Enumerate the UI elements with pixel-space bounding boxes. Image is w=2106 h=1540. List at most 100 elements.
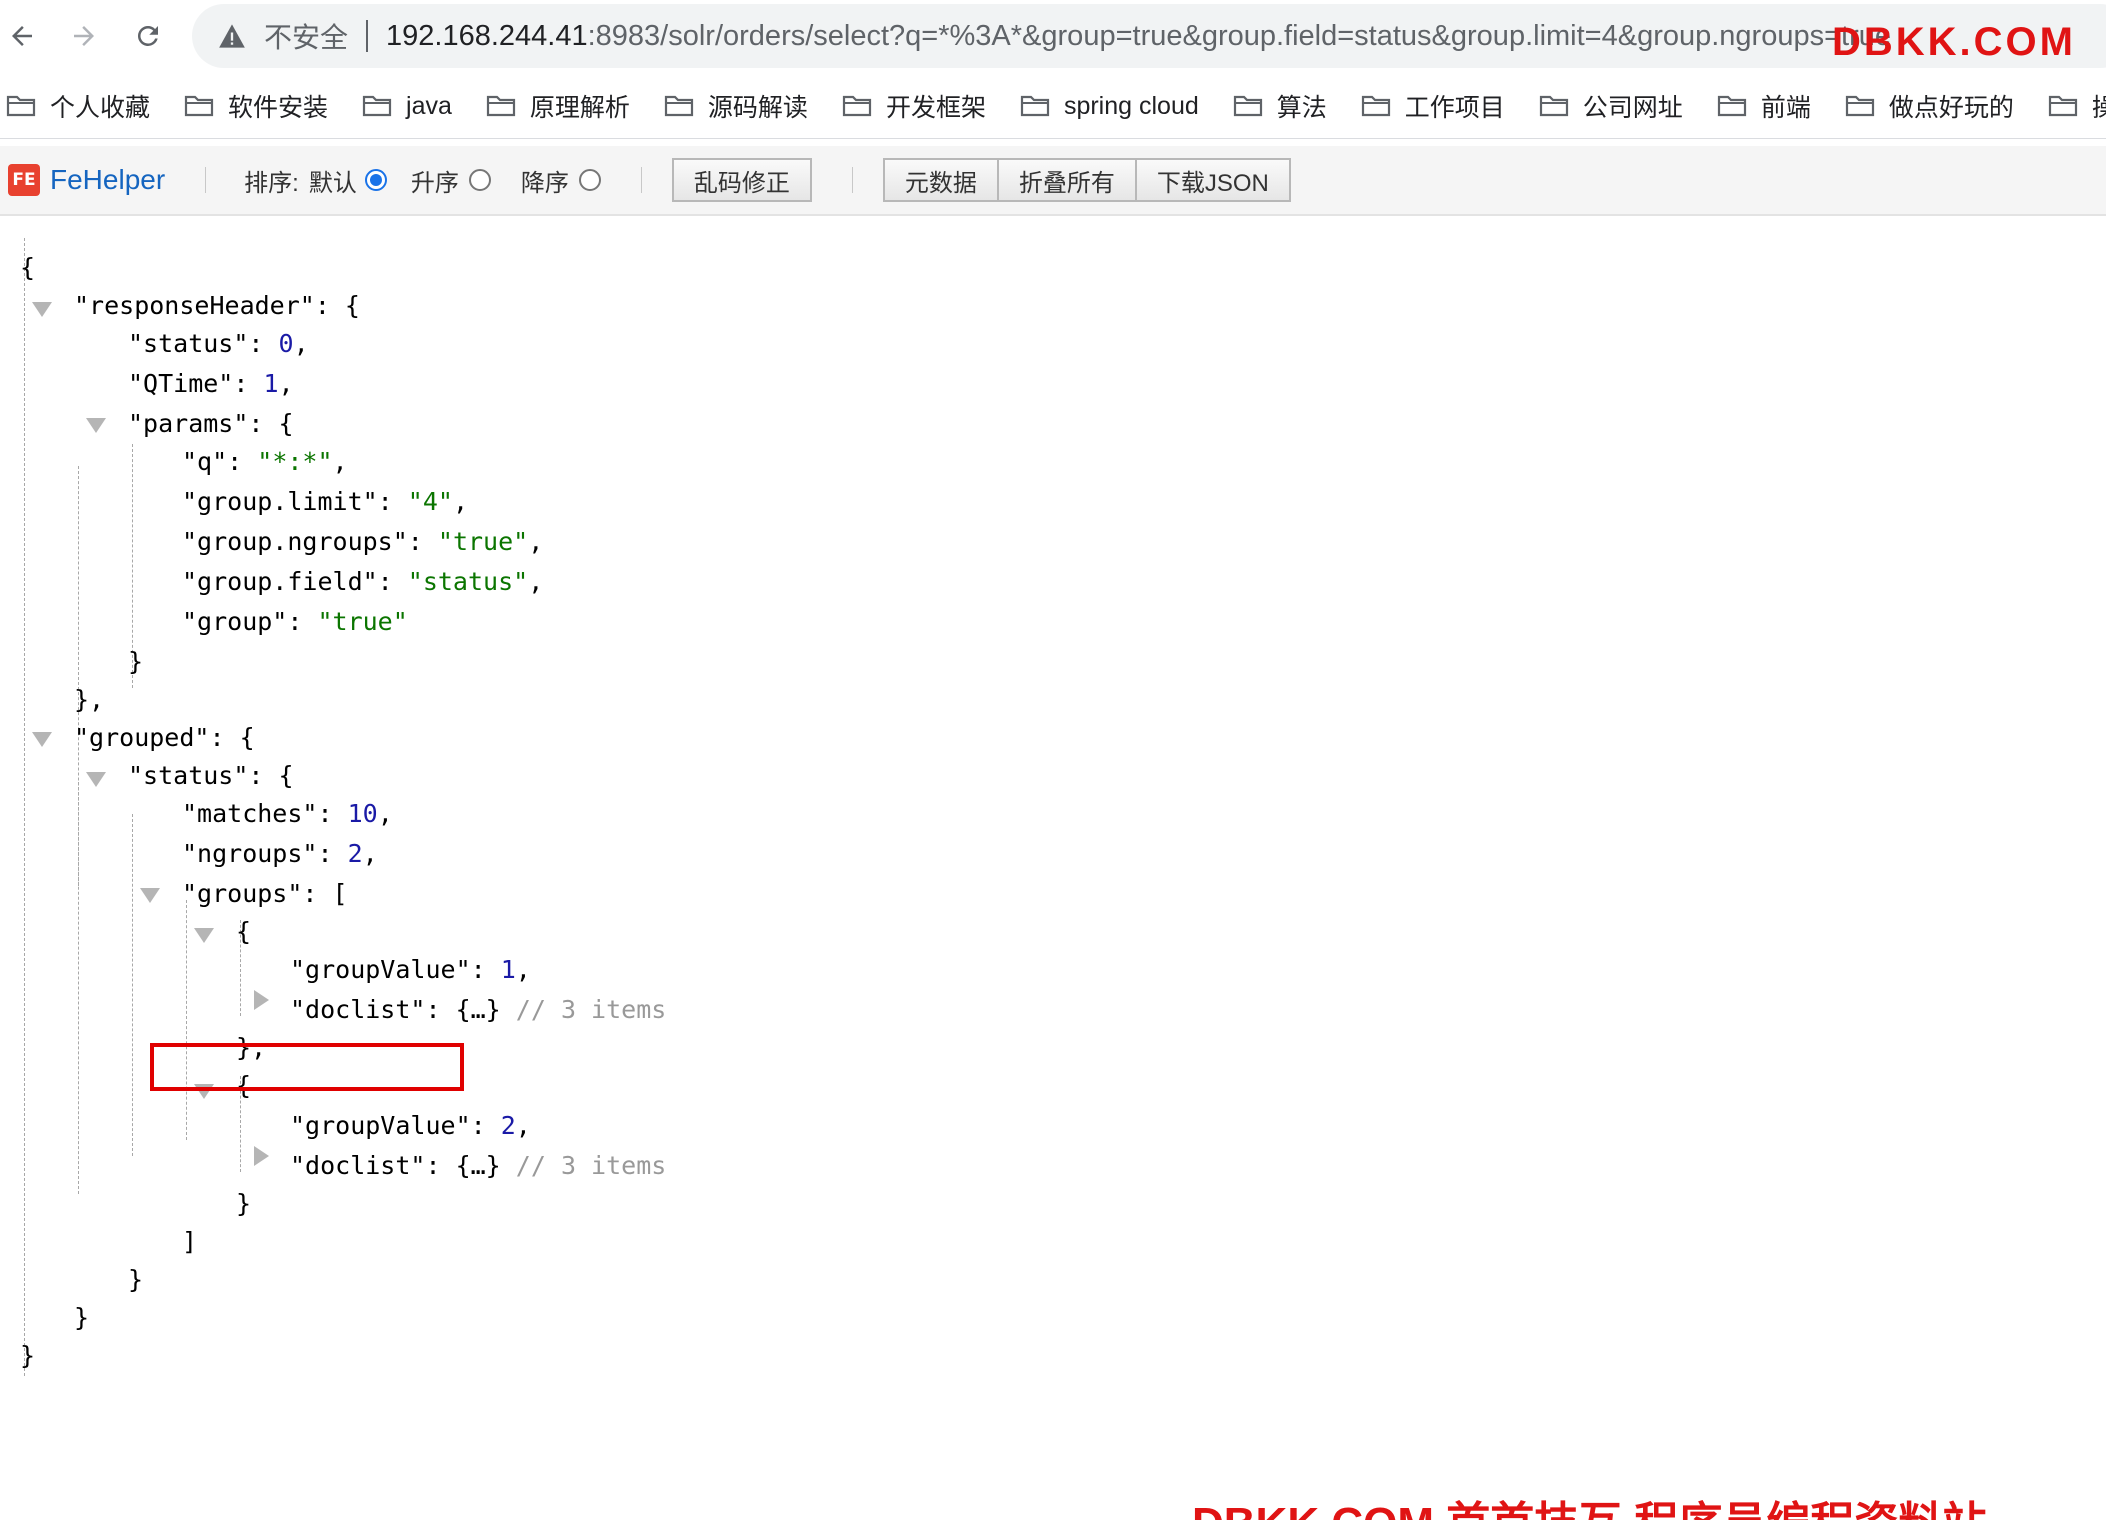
json-viewer: { "responseHeader": { "status": 0, "QTim… xyxy=(0,214,2106,1394)
json-key: "groupValue" xyxy=(290,1111,471,1140)
collapse-toggle-icon[interactable] xyxy=(140,888,160,903)
items-comment: // 3 items xyxy=(515,1151,667,1180)
sort-default-radio[interactable] xyxy=(364,169,387,191)
collapse-toggle-icon[interactable] xyxy=(194,928,214,943)
json-key: "status" xyxy=(128,329,249,358)
bookmark-folder[interactable]: 操 xyxy=(2048,88,2106,124)
folder-icon xyxy=(842,95,872,117)
json-line: "status": 0, xyxy=(128,329,309,358)
json-line: "group": "true" xyxy=(182,607,408,636)
watermark-top: DBKK.COM xyxy=(1832,20,2076,64)
bookmark-label: 前端 xyxy=(1760,94,1811,122)
collapsed-object[interactable]: {…} xyxy=(456,1151,501,1180)
address-bar[interactable]: 不安全 192.168.244.41:8983/solr/orders/sele… xyxy=(192,4,2106,68)
fehelper-logo-icon: FE xyxy=(8,164,40,196)
json-key: "group.limit" xyxy=(182,487,378,516)
bookmark-folder[interactable]: 前端 xyxy=(1717,88,1811,124)
folder-icon xyxy=(1717,95,1746,117)
json-string: "status" xyxy=(407,567,529,596)
json-line: }, xyxy=(74,685,105,714)
bookmark-folder[interactable]: 公司网址 xyxy=(1539,88,1683,124)
collapse-toggle-icon[interactable] xyxy=(32,302,52,317)
bookmark-folder[interactable]: 做点好玩的 xyxy=(1845,88,2014,124)
bookmark-folder[interactable]: 算法 xyxy=(1233,88,1327,124)
arrow-right-icon xyxy=(74,26,94,46)
json-line: "group.field": "status", xyxy=(182,567,544,596)
json-line: "status": { xyxy=(128,761,294,790)
json-key: "groupValue" xyxy=(290,955,471,984)
json-number: 2 xyxy=(347,839,363,868)
folder-icon xyxy=(486,95,516,117)
collapse-toggle-icon[interactable] xyxy=(86,418,106,433)
bookmark-label: 软件安装 xyxy=(228,94,329,122)
json-number: 2 xyxy=(500,1111,516,1140)
download-json-button[interactable]: 下载JSON xyxy=(1136,158,1291,202)
forward-button[interactable] xyxy=(62,14,106,58)
bookmark-folder[interactable]: 软件安装 xyxy=(184,88,328,124)
bookmark-label: 源码解读 xyxy=(707,94,808,122)
json-line: "QTime": 1, xyxy=(128,369,294,398)
bookmarks-bar: 个人收藏 软件安装 java 原理解析 源码解读 开发框架 spring cloud 算法 工作… xyxy=(0,78,2106,134)
json-key: "status" xyxy=(128,761,249,790)
json-line: "params": { xyxy=(128,409,294,438)
collapse-all-button[interactable]: 折叠所有 xyxy=(998,158,1137,202)
chrome-divider xyxy=(0,138,2106,139)
folder-icon xyxy=(1020,95,1050,117)
bookmark-folder[interactable]: 原理解析 xyxy=(486,88,630,124)
collapse-toggle-icon[interactable] xyxy=(86,772,106,787)
json-line: { xyxy=(20,250,35,286)
folder-icon xyxy=(1539,95,1568,117)
bookmark-folder[interactable]: java xyxy=(362,92,452,121)
json-line: { xyxy=(236,917,252,946)
expand-toggle-icon[interactable] xyxy=(254,1146,269,1166)
metadata-button[interactable]: 元数据 xyxy=(882,158,999,202)
sort-desc-label: 降序 xyxy=(520,169,569,197)
indent-guide xyxy=(24,238,25,1376)
toolbar-divider xyxy=(205,167,207,193)
json-line: } xyxy=(128,647,144,676)
bookmark-folder[interactable]: 工作项目 xyxy=(1361,88,1505,124)
folder-icon xyxy=(362,95,392,117)
url-text[interactable]: 192.168.244.41:8983/solr/orders/select?q… xyxy=(386,20,1891,53)
json-line: } xyxy=(20,1341,36,1370)
bookmark-folder[interactable]: spring cloud xyxy=(1020,92,1199,121)
bookmark-label: 操 xyxy=(2091,94,2106,122)
watermark-bottom: DBKK.COM 首首技互 程序员编程资料站 xyxy=(1192,1496,1986,1520)
json-key: "doclist" xyxy=(290,1151,426,1180)
json-key: "QTime" xyxy=(128,369,234,398)
bookmark-label: 算法 xyxy=(1276,94,1327,122)
indent-guide xyxy=(186,900,187,1140)
bookmark-label: 做点好玩的 xyxy=(1888,94,2014,122)
fix-encoding-button[interactable]: 乱码修正 xyxy=(671,158,812,202)
bookmark-folder[interactable]: 开发框架 xyxy=(842,88,986,124)
bookmark-folder[interactable]: 个人收藏 xyxy=(6,88,150,124)
bookmark-label: 个人收藏 xyxy=(50,94,151,122)
reload-button[interactable] xyxy=(126,14,170,58)
back-button[interactable] xyxy=(0,14,44,58)
json-key: "q" xyxy=(182,447,228,476)
browser-toolbar: 不安全 192.168.244.41:8983/solr/orders/sele… xyxy=(0,0,2106,72)
highlight-box xyxy=(150,1043,464,1091)
warning-icon xyxy=(218,21,248,51)
collapse-toggle-icon[interactable] xyxy=(32,732,52,747)
items-comment: // 3 items xyxy=(515,995,667,1024)
expand-toggle-icon[interactable] xyxy=(254,990,269,1010)
sort-desc-radio[interactable] xyxy=(578,169,601,191)
collapsed-object[interactable]: {…} xyxy=(456,995,501,1024)
bookmark-folder[interactable]: 源码解读 xyxy=(664,88,808,124)
json-line: "groupValue": 2, xyxy=(290,1111,531,1140)
security-label[interactable]: 不安全 xyxy=(264,16,348,56)
fehelper-logo-text: FE xyxy=(12,170,36,190)
fehelper-title[interactable]: FeHelper xyxy=(50,164,165,196)
fehelper-toolbar: FE FeHelper 排序: 默认 升序 降序 乱码修正 元数据 折叠所有 下… xyxy=(0,146,2106,216)
sort-default-label: 默认 xyxy=(308,169,357,197)
sort-asc-radio[interactable] xyxy=(468,169,491,191)
json-key: "matches" xyxy=(182,799,318,828)
json-key: "ngroups" xyxy=(182,839,318,868)
json-line: "matches": 10, xyxy=(182,799,393,828)
json-line: } xyxy=(236,1189,252,1218)
json-key: "group.field" xyxy=(182,567,378,596)
json-line: "groups": [ xyxy=(182,879,348,908)
address-divider xyxy=(366,20,369,52)
json-line: "grouped": { xyxy=(74,723,255,752)
